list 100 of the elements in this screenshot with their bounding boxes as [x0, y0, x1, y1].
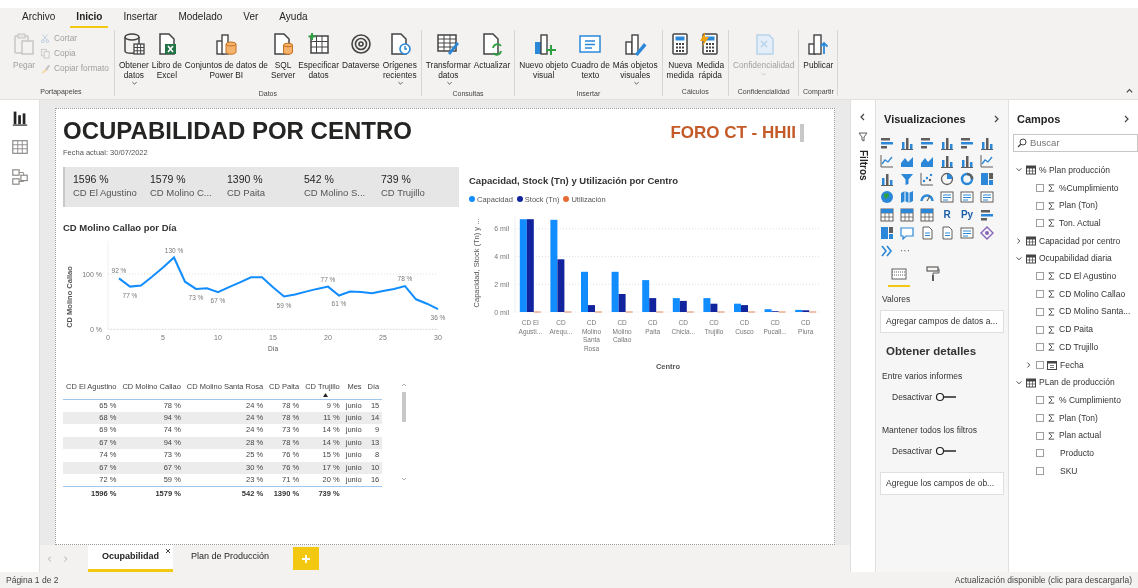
- checkbox[interactable]: [1036, 449, 1044, 458]
- field-name[interactable]: CD Paita: [1059, 323, 1093, 336]
- treemap-icon[interactable]: [980, 171, 994, 186]
- field-name[interactable]: SKU: [1060, 464, 1078, 478]
- script-visual-icon[interactable]: R: [940, 207, 954, 222]
- map-icon[interactable]: [900, 189, 914, 204]
- chevrons-icon[interactable]: [880, 243, 894, 258]
- ribbon-button[interactable]: Publicar: [802, 30, 835, 72]
- checkbox[interactable]: [1036, 184, 1044, 193]
- table-icon[interactable]: [10, 138, 29, 156]
- script-visual-icon[interactable]: Py: [960, 207, 974, 222]
- field-name[interactable]: % Cumplimiento: [1059, 393, 1121, 407]
- horizontal-bar-chart-icon[interactable]: [980, 207, 994, 222]
- checkbox[interactable]: [1036, 272, 1044, 281]
- bar-chart-icon[interactable]: [940, 135, 954, 150]
- model-icon[interactable]: [10, 168, 29, 186]
- menu-tab[interactable]: Insertar: [117, 10, 164, 28]
- horizontal-bar-chart-icon[interactable]: [960, 135, 974, 150]
- chevron-down-icon[interactable]: [1015, 254, 1023, 263]
- ribbon-button[interactable]: Transformar datos: [424, 30, 472, 89]
- field-name[interactable]: Producto: [1060, 446, 1095, 460]
- more-visuals-button[interactable]: ···: [900, 243, 914, 258]
- page-tab[interactable]: Plan de Producción: [177, 545, 284, 572]
- drop-zone[interactable]: Agregar campos de datos a...: [880, 310, 1004, 333]
- diamond-icon[interactable]: [980, 225, 994, 240]
- checkbox[interactable]: [1036, 467, 1044, 476]
- checkbox[interactable]: [1036, 307, 1044, 316]
- field-name[interactable]: Ton. Actual: [1059, 217, 1101, 230]
- horizontal-bar-chart-icon[interactable]: [920, 135, 934, 150]
- chevron-down-icon[interactable]: [1015, 378, 1023, 387]
- bar-chart-icon[interactable]: [940, 153, 954, 168]
- field-table-name[interactable]: Capacidad por centro: [1039, 234, 1121, 248]
- card-icon[interactable]: [940, 189, 954, 204]
- ribbon-button[interactable]: Orígenes recientes: [381, 30, 418, 89]
- search-field[interactable]: Buscar: [1013, 133, 1138, 152]
- checkbox[interactable]: [1036, 431, 1044, 440]
- field-name[interactable]: CD El Agustino: [1059, 270, 1117, 283]
- toggle-switch[interactable]: [935, 392, 958, 403]
- document-icon[interactable]: [940, 225, 954, 240]
- field-name[interactable]: CD Molino Callao: [1059, 287, 1126, 301]
- ribbon-button[interactable]: Cuadro de texto: [570, 30, 611, 82]
- ribbon-button[interactable]: Más objetos visuales: [611, 30, 659, 89]
- field-table-name[interactable]: Ocupabilidad diaria: [1039, 252, 1112, 266]
- table-icon[interactable]: [920, 207, 934, 222]
- globe-icon[interactable]: [880, 189, 894, 204]
- field-name[interactable]: Fecha: [1060, 358, 1084, 372]
- bar-chart-icon[interactable]: [880, 171, 894, 186]
- field-name[interactable]: %Cumplimiento: [1059, 181, 1119, 195]
- line-chart-icon[interactable]: [880, 153, 894, 168]
- menu-tab[interactable]: Ayuda: [273, 10, 314, 28]
- field-name[interactable]: CD Trujillo: [1059, 340, 1099, 354]
- pie-chart-icon[interactable]: [940, 171, 954, 186]
- filters-pane-label[interactable]: Filtros: [855, 150, 871, 181]
- menu-tab[interactable]: Ver: [237, 10, 265, 28]
- checkbox[interactable]: [1036, 343, 1044, 352]
- checkbox[interactable]: [1036, 290, 1044, 299]
- checkbox[interactable]: [1036, 201, 1044, 210]
- ribbon-button[interactable]: Especificar datos: [297, 30, 340, 82]
- ribbon-button[interactable]: SQL Server: [269, 30, 297, 82]
- ribbon-button[interactable]: Medida rápida: [695, 30, 725, 82]
- checkbox[interactable]: [1036, 325, 1044, 334]
- field-name[interactable]: Plan actual: [1059, 429, 1102, 443]
- page-tab[interactable]: Ocupabilidad: [88, 545, 173, 572]
- drop-zone[interactable]: Agregue los campos de ob...: [880, 472, 1004, 495]
- field-name[interactable]: CD Molino Santa...: [1059, 305, 1131, 319]
- ribbon-button[interactable]: Actualizar: [472, 30, 512, 72]
- speech-bubble-icon[interactable]: [900, 225, 914, 240]
- field-table-name[interactable]: % Plan producción: [1039, 163, 1110, 177]
- checkbox[interactable]: [1036, 360, 1044, 369]
- funnel-icon[interactable]: [900, 171, 914, 186]
- collapse-icon[interactable]: [1125, 86, 1134, 95]
- card-icon[interactable]: [980, 189, 994, 204]
- table-icon[interactable]: [880, 207, 894, 222]
- ribbon-button[interactable]: Libro de Excel: [150, 30, 183, 82]
- card-icon[interactable]: [960, 225, 974, 240]
- checkbox[interactable]: [1036, 396, 1044, 405]
- treemap-icon[interactable]: [880, 225, 894, 240]
- bar-chart-icon[interactable]: [900, 135, 914, 150]
- ribbon-button[interactable]: Conjuntos de datos de Power BI: [183, 30, 269, 82]
- close-icon[interactable]: [165, 548, 171, 554]
- fields-tab[interactable]: [888, 265, 910, 287]
- scatter-chart-icon[interactable]: [920, 171, 934, 186]
- chevron-right-icon[interactable]: [1025, 360, 1033, 369]
- ribbon-button[interactable]: Nuevo objeto visual: [518, 30, 570, 82]
- scrollbar[interactable]: [400, 381, 409, 482]
- horizontal-bar-chart-icon[interactable]: [880, 135, 894, 150]
- line-chart-icon[interactable]: [980, 153, 994, 168]
- card-icon[interactable]: [960, 189, 974, 204]
- ribbon-button[interactable]: Nueva medida: [665, 30, 695, 82]
- donut-chart-icon[interactable]: [960, 171, 974, 186]
- chevron-right-icon[interactable]: [1015, 237, 1023, 246]
- field-name[interactable]: Plan (Ton): [1059, 199, 1098, 213]
- menu-tab[interactable]: Archivo: [16, 10, 62, 28]
- field-name[interactable]: Plan (Ton): [1059, 411, 1098, 425]
- ribbon-button[interactable]: Dataverse: [340, 30, 381, 72]
- bar-chart-icon[interactable]: [980, 135, 994, 150]
- update-link[interactable]: Actualización disponible (clic para descargarla): [954, 573, 1132, 587]
- checkbox[interactable]: [1036, 219, 1044, 228]
- menu-tab[interactable]: Modelado: [172, 10, 229, 28]
- document-icon[interactable]: [920, 225, 934, 240]
